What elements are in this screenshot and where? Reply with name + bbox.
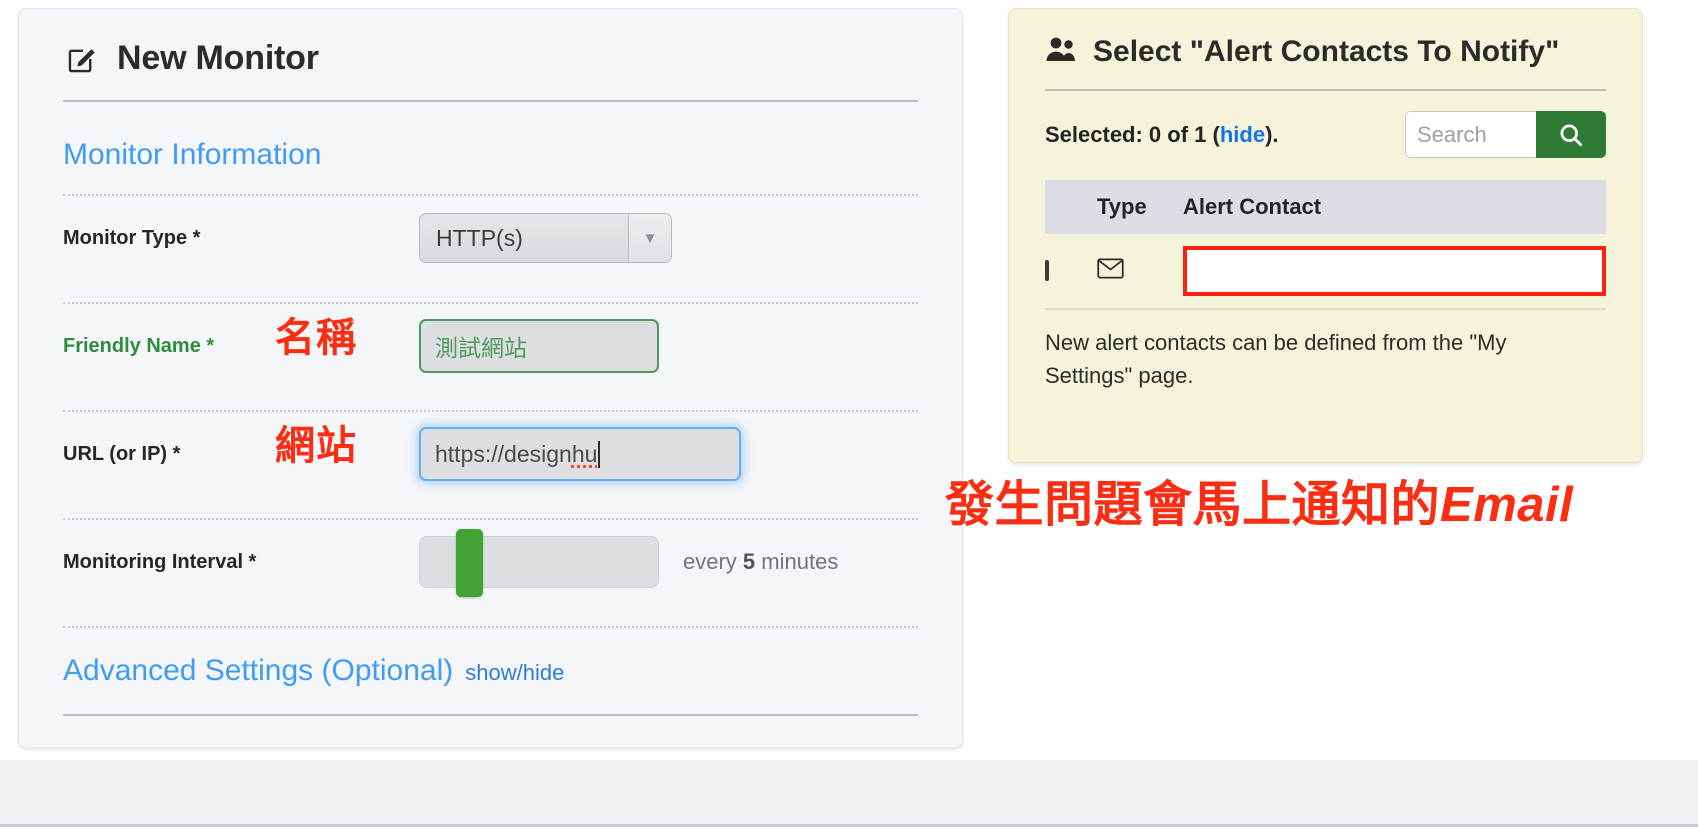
monitoring-interval-slider-wrap: every 5 minutes (419, 529, 838, 597)
page-bottom-band (0, 760, 1698, 827)
annotation-friendly-name: 名稱 (275, 316, 357, 360)
label-monitor-type: Monitor Type * (63, 226, 201, 249)
card-header: New Monitor (19, 9, 962, 78)
header-divider (63, 100, 918, 102)
row-select-cell[interactable] (1045, 234, 1097, 310)
advanced-divider (63, 714, 918, 716)
alert-contacts-subrow: Selected: 0 of 1 (hide). Search (1009, 91, 1642, 158)
col-header-select (1045, 180, 1097, 234)
interval-caption-prefix: every (683, 549, 743, 574)
table-row[interactable] (1045, 234, 1606, 310)
annotation-email-latin: Email (1440, 478, 1574, 532)
form-row-friendly-name: Friendly Name * 名稱 測試網站 (63, 304, 918, 388)
monitor-type-value: HTTP(s) (436, 224, 523, 251)
url-value-prefix: https://design (435, 440, 572, 467)
chevron-down-icon[interactable]: ▼ (628, 214, 671, 262)
label-friendly-name: Friendly Name * (63, 334, 215, 357)
label-monitoring-interval: Monitoring Interval * (63, 550, 257, 573)
selected-count: Selected: 0 of 1 (hide). (1045, 122, 1279, 148)
search-input[interactable]: Search (1405, 111, 1536, 158)
friendly-name-value: 測試網站 (435, 335, 527, 361)
interval-caption: every 5 minutes (683, 549, 838, 575)
monitor-type-select[interactable]: HTTP(s) ▼ (419, 213, 672, 263)
advanced-settings-toggle[interactable]: show/hide (465, 660, 564, 686)
alert-contacts-title: Select "Alert Contacts To Notify" (1093, 35, 1560, 68)
selected-count-prefix: Selected: 0 of 1 ( (1045, 121, 1220, 147)
interval-caption-suffix: minutes (755, 549, 839, 574)
form-row-url: URL (or IP) * 網站 https://design hu (63, 412, 918, 496)
row-checkbox[interactable] (1045, 260, 1049, 281)
friendly-name-input[interactable]: 測試網站 (419, 319, 659, 373)
search-group: Search (1405, 111, 1606, 158)
form-row-monitoring-interval: Monitoring Interval * every 5 minutes (63, 520, 918, 604)
page-root: New Monitor Monitor Information Monitor … (0, 0, 1698, 827)
edit-pencil-icon (63, 40, 101, 78)
advanced-settings-row: Advanced Settings (Optional) show/hide (63, 654, 918, 688)
monitoring-interval-slider[interactable] (419, 529, 659, 597)
interval-caption-value: 5 (742, 549, 756, 574)
annotation-email-cjk: 發生問題會馬上通知的 (945, 478, 1441, 532)
advanced-settings-label[interactable]: Advanced Settings (Optional) (63, 654, 453, 688)
table-header-row: Type Alert Contact (1045, 180, 1606, 234)
row-divider (63, 626, 918, 628)
alert-contacts-table: Type Alert Contact (1045, 180, 1606, 310)
new-monitor-card: New Monitor Monitor Information Monitor … (18, 8, 963, 748)
alert-contacts-card: Select "Alert Contacts To Notify" Select… (1008, 8, 1643, 463)
envelope-icon (1097, 258, 1124, 283)
page-title: New Monitor (117, 39, 319, 77)
users-group-icon (1045, 36, 1077, 69)
form-row-monitor-type: Monitor Type * HTTP(s) ▼ (63, 196, 918, 280)
alert-contacts-header: Select "Alert Contacts To Notify" (1009, 9, 1642, 69)
section-title-monitor-information: Monitor Information (63, 138, 322, 171)
search-button[interactable] (1536, 111, 1606, 158)
redacted-contact-value (1183, 246, 1606, 296)
selected-count-suffix: ). (1265, 121, 1279, 147)
hide-link[interactable]: hide (1220, 122, 1265, 147)
row-type-cell (1097, 234, 1183, 310)
annotation-url: 網站 (275, 424, 357, 468)
annotation-email: 發生問題會馬上通知的Email (945, 465, 1573, 536)
url-value-misspelled: hu (571, 440, 598, 467)
col-header-alert-contact: Alert Contact (1183, 180, 1606, 234)
slider-handle[interactable] (456, 529, 483, 597)
url-input[interactable]: https://design hu (419, 427, 741, 481)
alert-contacts-note: New alert contacts can be defined from t… (1045, 330, 1507, 388)
col-header-type: Type (1097, 180, 1183, 234)
label-url: URL (or IP) * (63, 442, 181, 465)
text-caret (598, 440, 601, 468)
row-contact-cell (1183, 234, 1606, 310)
